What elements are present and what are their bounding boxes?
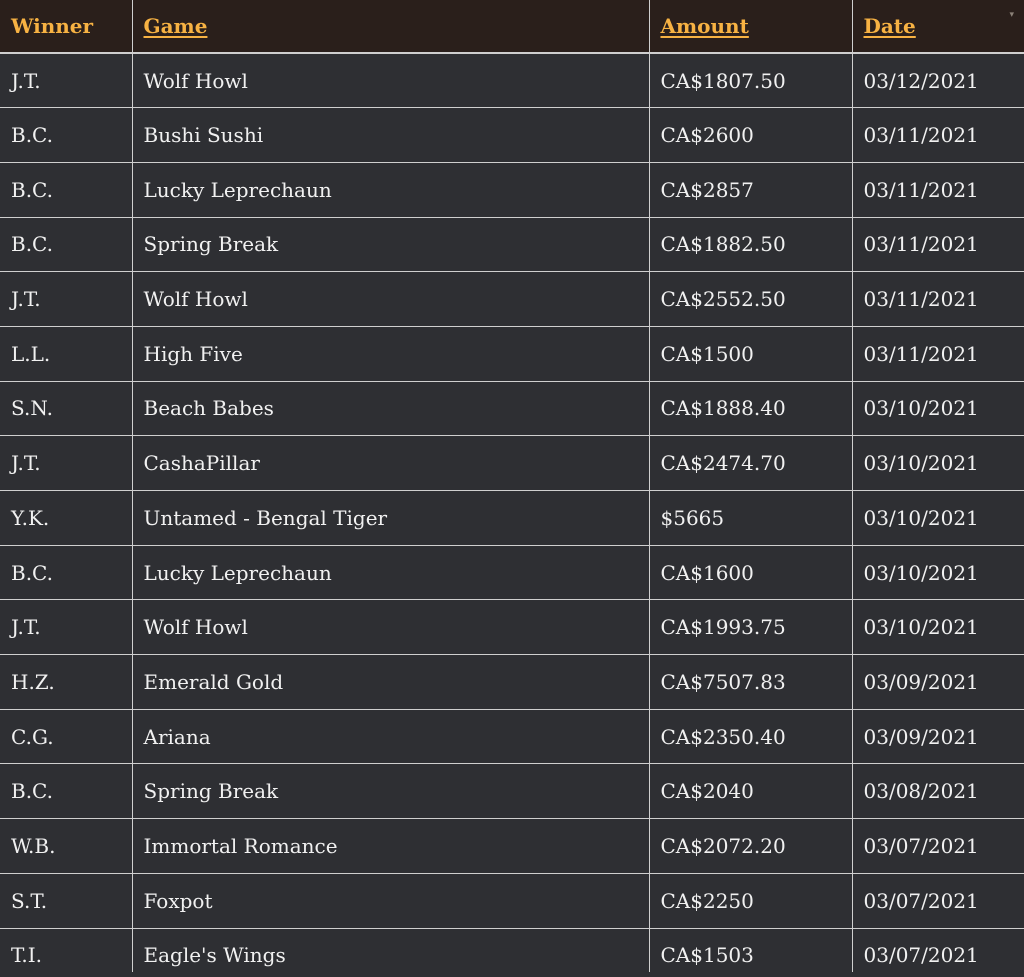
sort-by-amount-link[interactable]: Amount: [661, 14, 749, 38]
cell-date: 03/10/2021: [852, 381, 1024, 437]
cell-game: CashaPillar: [132, 435, 650, 491]
table-row: B.C. Bushi Sushi CA$2600 03/11/2021: [0, 107, 1024, 163]
header-winner: Winner: [0, 0, 133, 54]
cell-amount: CA$7507.83: [649, 654, 853, 710]
table-row: Y.K. Untamed - Bengal Tiger $5665 03/10/202…: [0, 490, 1024, 546]
header-game[interactable]: Game: [132, 0, 650, 54]
table-row: H.Z. Emerald Gold CA$7507.83 03/09/2021: [0, 654, 1024, 710]
table-header: Winner Game Amount Date ▾: [0, 0, 1024, 54]
cell-date: 03/11/2021: [852, 162, 1024, 218]
table-row: J.T. Wolf Howl CA$2552.50 03/11/2021: [0, 271, 1024, 327]
cell-game: Beach Babes: [132, 381, 650, 437]
table-row: J.T. CashaPillar CA$2474.70 03/10/2021: [0, 435, 1024, 491]
cell-date: 03/09/2021: [852, 654, 1024, 710]
cell-date: 03/09/2021: [852, 709, 1024, 765]
cell-game: Foxpot: [132, 873, 650, 929]
cell-winner: J.T.: [0, 435, 133, 491]
cell-amount: $5665: [649, 490, 853, 546]
table-row: T.I. Eagle's Wings CA$1503 03/07/2021: [0, 928, 1024, 972]
cell-amount: CA$1993.75: [649, 599, 853, 656]
cell-date: 03/07/2021: [852, 928, 1024, 972]
cell-date: 03/10/2021: [852, 490, 1024, 546]
winners-table: Winner Game Amount Date ▾ J.T. Wolf Howl C…: [0, 0, 1024, 972]
cell-amount: CA$2474.70: [649, 435, 853, 491]
cell-amount: CA$2857: [649, 162, 853, 218]
cell-winner: B.C.: [0, 217, 133, 273]
cell-amount: CA$1500: [649, 326, 853, 382]
table-row: J.T. Wolf Howl CA$1993.75 03/10/2021: [0, 599, 1024, 656]
cell-winner: H.Z.: [0, 654, 133, 710]
cell-game: Wolf Howl: [132, 599, 650, 656]
cell-amount: CA$1807.50: [649, 53, 853, 109]
cell-winner: W.B.: [0, 818, 133, 874]
cell-date: 03/10/2021: [852, 599, 1024, 656]
cell-amount: CA$2040: [649, 763, 853, 820]
table-row: W.B. Immortal Romance CA$2072.20 03/07/2021: [0, 818, 1024, 874]
cell-winner: T.I.: [0, 928, 133, 972]
cell-amount: CA$1888.40: [649, 381, 853, 437]
cell-amount: CA$2250: [649, 873, 853, 929]
cell-date: 03/12/2021: [852, 53, 1024, 109]
cell-date: 03/11/2021: [852, 326, 1024, 382]
cell-game: Wolf Howl: [132, 271, 650, 327]
table-row: S.N. Beach Babes CA$1888.40 03/10/2021: [0, 381, 1024, 437]
cell-winner: B.C.: [0, 162, 133, 218]
table-row: L.L. High Five CA$1500 03/11/2021: [0, 326, 1024, 382]
cell-winner: L.L.: [0, 326, 133, 382]
header-amount[interactable]: Amount: [649, 0, 853, 54]
cell-date: 03/11/2021: [852, 107, 1024, 163]
cell-winner: B.C.: [0, 763, 133, 820]
cell-game: Eagle's Wings: [132, 928, 650, 972]
cell-winner: B.C.: [0, 107, 133, 163]
header-winner-label: Winner: [11, 14, 94, 38]
header-row: Winner Game Amount Date ▾: [0, 0, 1024, 54]
cell-date: 03/10/2021: [852, 435, 1024, 491]
sort-by-date-link[interactable]: Date: [864, 14, 916, 38]
table-body: J.T. Wolf Howl CA$1807.50 03/12/2021 B.C. Bus…: [0, 53, 1024, 972]
cell-game: Emerald Gold: [132, 654, 650, 710]
cell-winner: J.T.: [0, 271, 133, 327]
cell-game: Lucky Leprechaun: [132, 162, 650, 218]
cell-game: Immortal Romance: [132, 818, 650, 874]
cell-date: 03/10/2021: [852, 545, 1024, 601]
cell-amount: CA$2350.40: [649, 709, 853, 765]
sort-descending-icon[interactable]: ▾: [1009, 10, 1014, 20]
cell-winner: B.C.: [0, 545, 133, 601]
header-date[interactable]: Date ▾: [852, 0, 1024, 54]
cell-game: Untamed - Bengal Tiger: [132, 490, 650, 546]
cell-amount: CA$2600: [649, 107, 853, 163]
cell-game: Ariana: [132, 709, 650, 765]
table-row: S.T. Foxpot CA$2250 03/07/2021: [0, 873, 1024, 929]
cell-winner: J.T.: [0, 53, 133, 109]
cell-amount: CA$1503: [649, 928, 853, 972]
table-row: B.C. Spring Break CA$2040 03/08/2021: [0, 763, 1024, 820]
cell-winner: C.G.: [0, 709, 133, 765]
cell-date: 03/07/2021: [852, 873, 1024, 929]
sort-by-game-link[interactable]: Game: [144, 14, 208, 38]
cell-winner: S.N.: [0, 381, 133, 437]
table-row: J.T. Wolf Howl CA$1807.50 03/12/2021: [0, 53, 1024, 109]
cell-game: Lucky Leprechaun: [132, 545, 650, 601]
cell-date: 03/11/2021: [852, 217, 1024, 273]
cell-amount: CA$1882.50: [649, 217, 853, 273]
cell-date: 03/07/2021: [852, 818, 1024, 874]
table-row: B.C. Lucky Leprechaun CA$2857 03/11/2021: [0, 162, 1024, 218]
cell-game: Spring Break: [132, 763, 650, 820]
cell-winner: S.T.: [0, 873, 133, 929]
cell-game: High Five: [132, 326, 650, 382]
cell-date: 03/11/2021: [852, 271, 1024, 327]
cell-winner: Y.K.: [0, 490, 133, 546]
table-row: B.C. Spring Break CA$1882.50 03/11/2021: [0, 217, 1024, 273]
table-row: C.G. Ariana CA$2350.40 03/09/2021: [0, 709, 1024, 765]
cell-game: Bushi Sushi: [132, 107, 650, 163]
cell-game: Wolf Howl: [132, 53, 650, 109]
table-row: B.C. Lucky Leprechaun CA$1600 03/10/2021: [0, 545, 1024, 601]
winners-table-container: Winner Game Amount Date ▾ J.T. Wolf Howl C…: [0, 0, 1024, 972]
cell-game: Spring Break: [132, 217, 650, 273]
cell-winner: J.T.: [0, 599, 133, 656]
cell-amount: CA$2552.50: [649, 271, 853, 327]
cell-amount: CA$1600: [649, 545, 853, 601]
cell-date: 03/08/2021: [852, 763, 1024, 820]
cell-amount: CA$2072.20: [649, 818, 853, 874]
